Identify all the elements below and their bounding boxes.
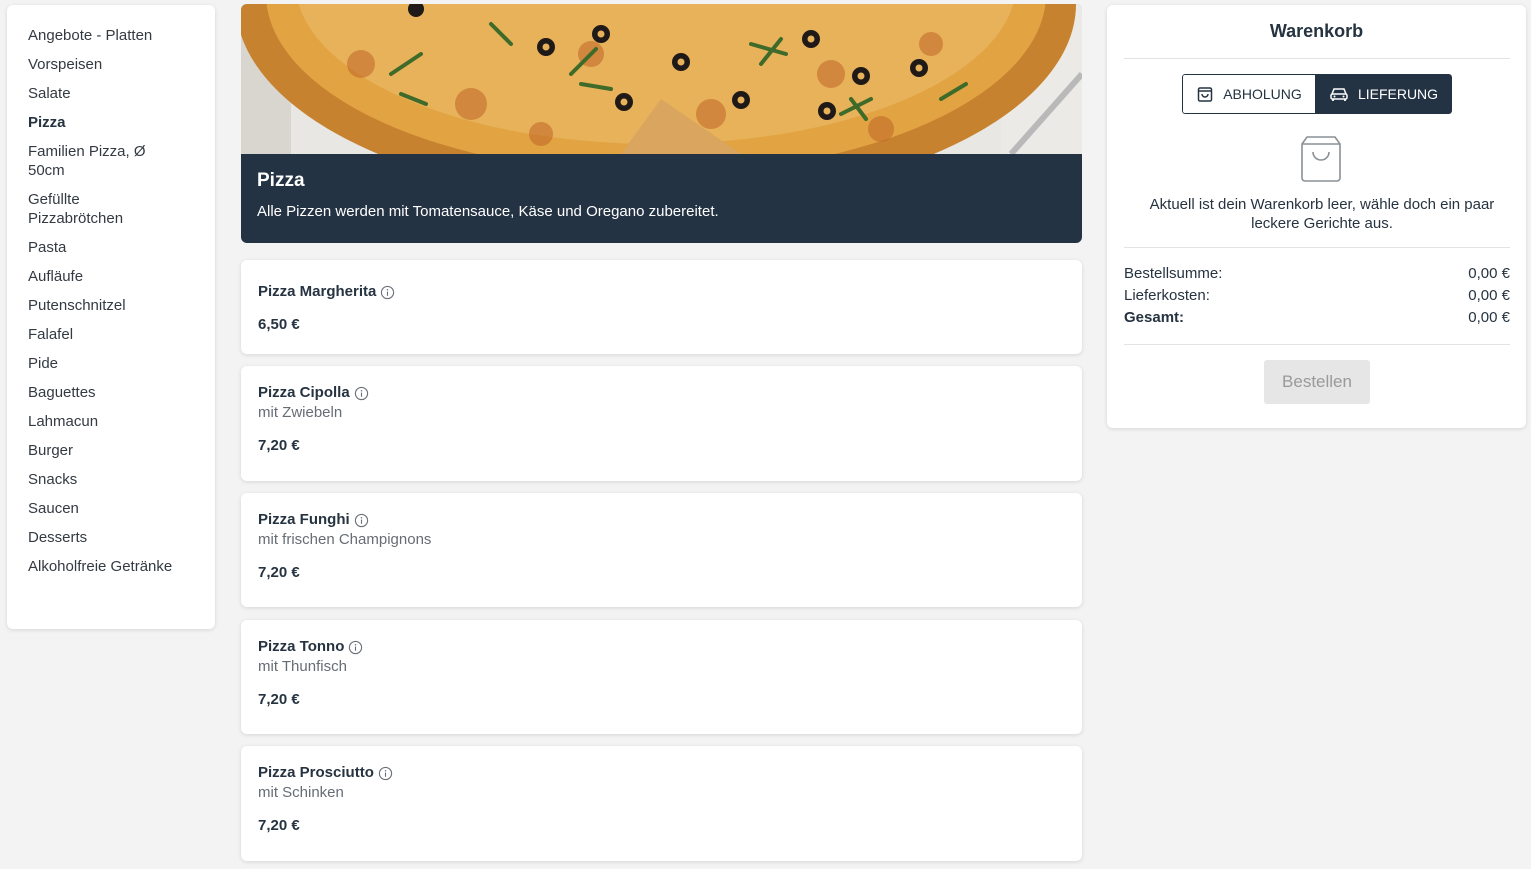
shopping-cart: Warenkorb ABHOLUNG LIEFERUNG Aktuell ist… [1107,5,1526,428]
subtotal-value: 0,00 € [1468,265,1510,282]
product-name: Pizza Tonno [258,638,345,655]
cart-empty-message: Aktuell ist dein Warenkorb leer, wähle d… [1149,196,1495,232]
sidebar-item-saucen[interactable]: Saucen [28,499,178,518]
category-sidebar: Angebote - Platten Vorspeisen Salate Piz… [7,5,215,629]
sidebar-item-pizza[interactable]: Pizza [28,113,178,132]
product-price: 7,20 € [258,437,300,454]
order-button[interactable]: Bestellen [1264,360,1370,404]
info-icon[interactable] [348,640,363,655]
category-header: Pizza Alle Pizzen werden mit Tomatensauc… [241,4,1082,243]
sidebar-item-angebote-platten[interactable]: Angebote - Platten [28,26,178,45]
product-description: mit Zwiebeln [258,404,343,421]
delivery-label: LIEFERUNG [1357,86,1439,102]
product-price: 7,20 € [258,691,300,708]
sidebar-item-familien-pizza[interactable]: Familien Pizza, Ø 50cm [28,142,178,180]
product-card-funghi[interactable]: Pizza Funghi mit frischen Champignons 7,… [241,493,1082,607]
sidebar-item-burger[interactable]: Burger [28,441,178,460]
sidebar-item-gefuellte-pizzabroetchen[interactable]: Gefüllte Pizzabrötchen [28,190,178,228]
cart-title: Warenkorb [1269,21,1364,41]
product-description: mit Thunfisch [258,658,347,675]
sidebar-item-pasta[interactable]: Pasta [28,238,178,257]
info-icon[interactable] [354,386,369,401]
product-description: mit frischen Champignons [258,531,432,548]
product-name-row: Pizza Margherita [258,282,1065,302]
delivery-button[interactable]: LIEFERUNG [1315,74,1452,114]
product-price: 7,20 € [258,564,300,581]
product-name-row: Pizza Funghi [258,510,1065,530]
category-description: Alle Pizzen werden mit Tomatensauce, Käs… [257,203,719,220]
product-name-row: Pizza Tonno [258,637,1065,657]
product-card-prosciutto[interactable]: Pizza Prosciutto mit Schinken 7,20 € [241,746,1082,861]
delivery-cost-value: 0,00 € [1468,287,1510,304]
product-card-margherita[interactable]: Pizza Margherita 6,50 € [241,260,1082,354]
product-description: mit Schinken [258,784,344,801]
product-card-tonno[interactable]: Pizza Tonno mit Thunfisch 7,20 € [241,620,1082,734]
product-name: Pizza Prosciutto [258,764,374,781]
product-name-row: Pizza Cipolla [258,383,1065,403]
car-icon [1330,88,1348,101]
product-name: Pizza Funghi [258,511,350,528]
order-mode-toggle: ABHOLUNG LIEFERUNG [1182,74,1452,114]
info-icon[interactable] [378,766,393,781]
sidebar-item-salate[interactable]: Salate [28,84,178,103]
sidebar-item-alkoholfreie-getraenke[interactable]: Alkoholfreie Getränke [28,557,178,576]
delivery-cost-row: Lieferkosten: 0,00 € [1124,286,1510,305]
product-card-cipolla[interactable]: Pizza Cipolla mit Zwiebeln 7,20 € [241,366,1082,481]
category-title: Pizza [257,170,305,191]
empty-bag-icon [1301,136,1341,182]
total-row: Gesamt: 0,00 € [1124,308,1510,327]
total-label: Gesamt: [1124,309,1185,326]
sidebar-item-putenschnitzel[interactable]: Putenschnitzel [28,296,178,315]
sidebar-item-lahmacun[interactable]: Lahmacun [28,412,178,431]
total-value: 0,00 € [1468,309,1510,326]
category-header-text: Pizza Alle Pizzen werden mit Tomatensauc… [241,154,1082,236]
delivery-cost-label: Lieferkosten: [1124,287,1210,304]
sidebar-item-desserts[interactable]: Desserts [28,528,178,547]
divider [1124,247,1510,248]
sidebar-item-falafel[interactable]: Falafel [28,325,178,344]
pickup-button[interactable]: ABHOLUNG [1182,74,1315,114]
sidebar-item-auflaeufe[interactable]: Aufläufe [28,267,178,286]
product-name-row: Pizza Prosciutto [258,763,1065,783]
pizza-photo [241,4,1082,154]
sidebar-item-snacks[interactable]: Snacks [28,470,178,489]
sidebar-item-baguettes[interactable]: Baguettes [28,383,178,402]
product-price: 7,20 € [258,817,300,834]
menu-content: Pizza Alle Pizzen werden mit Tomatensauc… [241,4,1082,861]
sidebar-item-vorspeisen[interactable]: Vorspeisen [28,55,178,74]
product-price: 6,50 € [258,316,300,333]
divider [1124,58,1510,59]
divider [1124,344,1510,345]
product-name: Pizza Margherita [258,283,377,300]
pickup-label: ABHOLUNG [1223,86,1302,102]
product-name: Pizza Cipolla [258,384,350,401]
subtotal-label: Bestellsumme: [1124,265,1223,282]
info-icon[interactable] [354,513,369,528]
sidebar-item-pide[interactable]: Pide [28,354,178,373]
subtotal-row: Bestellsumme: 0,00 € [1124,264,1510,283]
shopping-bag-icon [1197,87,1213,102]
info-icon[interactable] [380,285,395,300]
